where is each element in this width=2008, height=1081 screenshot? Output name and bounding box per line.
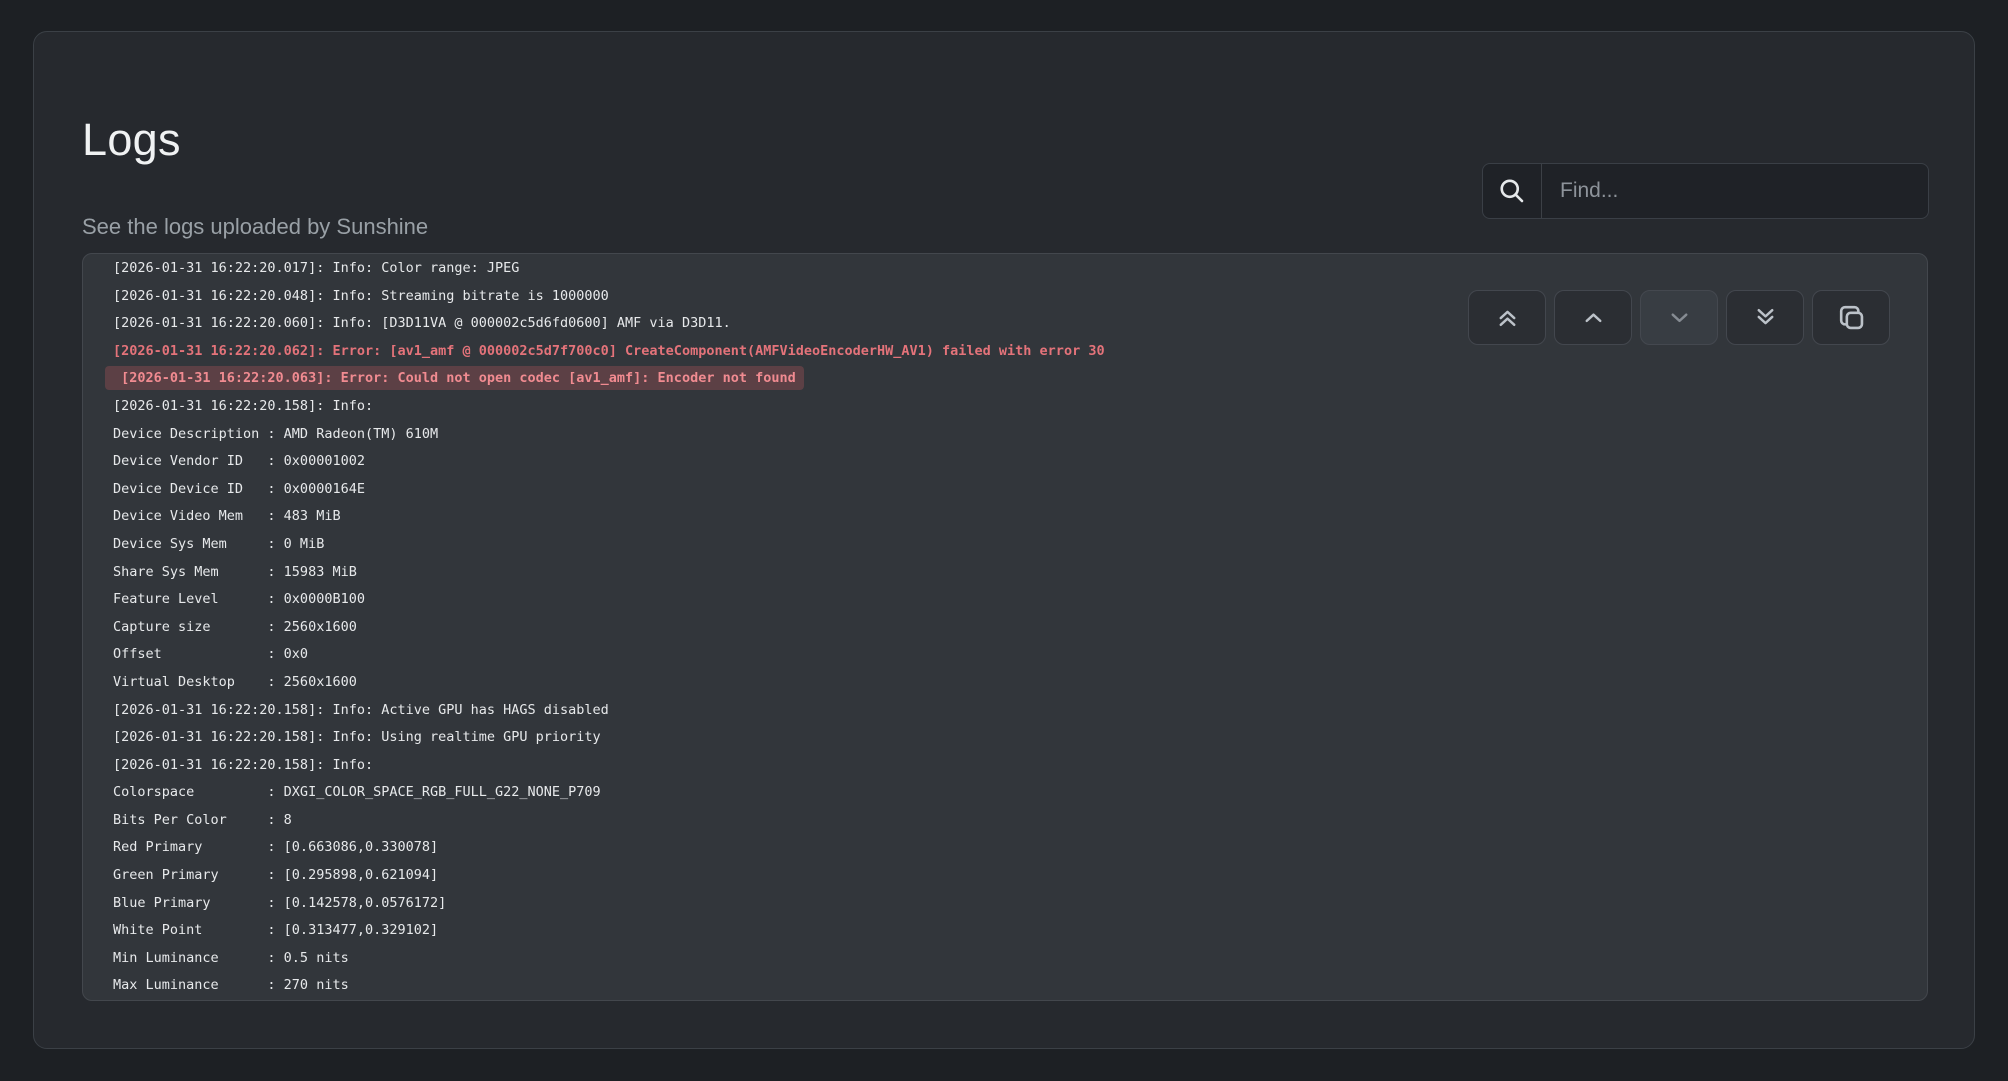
chevron-double-down-icon: [1752, 304, 1779, 331]
log-line-text: Capture size : 2560x1600: [113, 619, 357, 635]
log-line: Device Description : AMD Radeon(TM) 610M: [113, 421, 1897, 449]
log-line: Red Primary : [0.663086,0.330078]: [113, 834, 1897, 862]
scroll-to-bottom-button[interactable]: [1726, 290, 1804, 345]
log-line: Device Device ID : 0x0000164E: [113, 476, 1897, 504]
search-icon: [1497, 176, 1527, 206]
log-line-text: Min Luminance : 0.5 nits: [113, 950, 349, 966]
chevron-double-up-icon: [1494, 304, 1521, 331]
copy-icon: [1835, 301, 1868, 334]
log-line: Bits Per Color : 8: [113, 807, 1897, 835]
search-icon-cell: [1483, 164, 1542, 218]
log-line: Blue Primary : [0.142578,0.0576172]: [113, 890, 1897, 918]
log-line-text: Device Description : AMD Radeon(TM) 610M: [113, 426, 438, 442]
log-line-text: Device Device ID : 0x0000164E: [113, 481, 365, 497]
log-line: Device Vendor ID : 0x00001002: [113, 448, 1897, 476]
scroll-to-top-button[interactable]: [1468, 290, 1546, 345]
log-line-text: Device Video Mem : 483 MiB: [113, 508, 341, 524]
log-line-text: Bits Per Color : 8: [113, 812, 292, 828]
log-line: Share Sys Mem : 15983 MiB: [113, 559, 1897, 587]
logs-card: Logs See the logs uploaded by Sunshine […: [33, 31, 1975, 1049]
log-line: [2026-01-31 16:22:20.158]: Info:: [113, 752, 1897, 780]
log-line-text: Red Primary : [0.663086,0.330078]: [113, 839, 438, 855]
log-line: [2026-01-31 16:22:20.158]: Info: Active …: [113, 697, 1897, 725]
log-line-text: Feature Level : 0x0000B100: [113, 591, 365, 607]
log-line-text: Colorspace : DXGI_COLOR_SPACE_RGB_FULL_G…: [113, 784, 601, 800]
log-line-text: Device Vendor ID : 0x00001002: [113, 453, 365, 469]
log-line: Max Luminance : 270 nits: [113, 972, 1897, 1000]
chevron-down-icon: [1666, 304, 1693, 331]
log-line-text: Blue Primary : [0.142578,0.0576172]: [113, 895, 446, 911]
log-line: [2026-01-31 16:22:20.063]: Error: Could …: [113, 365, 1897, 393]
log-line-text: [2026-01-31 16:22:20.158]: Info: Using r…: [113, 729, 601, 745]
log-line-text: [2026-01-31 16:22:20.048]: Info: Streami…: [113, 288, 609, 304]
log-line-text: [2026-01-31 16:22:20.062]: Error: [av1_a…: [113, 343, 1105, 359]
log-line: Capture size : 2560x1600: [113, 614, 1897, 642]
log-line-text: Green Primary : [0.295898,0.621094]: [113, 867, 438, 883]
log-toolbar: [1468, 290, 1890, 345]
log-line: Virtual Desktop : 2560x1600: [113, 669, 1897, 697]
log-line-text: Share Sys Mem : 15983 MiB: [113, 564, 357, 580]
copy-logs-button[interactable]: [1812, 290, 1890, 345]
log-line: Device Sys Mem : 0 MiB: [113, 531, 1897, 559]
find-search-group: [1482, 163, 1929, 219]
page-subtitle: See the logs uploaded by Sunshine: [82, 214, 428, 240]
log-line-text: Offset : 0x0: [113, 646, 308, 662]
log-line-text: [2026-01-31 16:22:20.158]: Info:: [113, 398, 381, 414]
log-line-text: [2026-01-31 16:22:20.158]: Info: Active …: [113, 702, 609, 718]
log-line: White Point : [0.313477,0.329102]: [113, 917, 1897, 945]
log-line-text: Max Luminance : 270 nits: [113, 977, 349, 993]
log-line: [2026-01-31 16:22:20.158]: Info:: [113, 393, 1897, 421]
log-line-text: Virtual Desktop : 2560x1600: [113, 674, 357, 690]
log-lines-container: [2026-01-31 16:22:20.017]: Info: Color r…: [113, 255, 1897, 1000]
log-line-text: [2026-01-31 16:22:20.060]: Info: [D3D11V…: [113, 315, 731, 331]
log-line: Green Primary : [0.295898,0.621094]: [113, 862, 1897, 890]
log-line: [2026-01-31 16:22:20.017]: Info: Color r…: [113, 255, 1897, 283]
chevron-up-icon: [1580, 304, 1607, 331]
log-line-text: Device Sys Mem : 0 MiB: [113, 536, 324, 552]
log-line-text: [2026-01-31 16:22:20.063]: Error: Could …: [105, 366, 804, 390]
next-match-button[interactable]: [1640, 290, 1718, 345]
log-panel[interactable]: [2026-01-31 16:22:20.017]: Info: Color r…: [82, 253, 1928, 1001]
log-line: [2026-01-31 16:22:20.158]: Info: Using r…: [113, 724, 1897, 752]
log-line: Offset : 0x0: [113, 641, 1897, 669]
log-line-text: [2026-01-31 16:22:20.017]: Info: Color r…: [113, 260, 519, 276]
page-title: Logs: [82, 114, 181, 166]
log-line: Min Luminance : 0.5 nits: [113, 945, 1897, 973]
log-line: Feature Level : 0x0000B100: [113, 586, 1897, 614]
log-line-text: [2026-01-31 16:22:20.158]: Info:: [113, 757, 381, 773]
previous-match-button[interactable]: [1554, 290, 1632, 345]
log-line: Colorspace : DXGI_COLOR_SPACE_RGB_FULL_G…: [113, 779, 1897, 807]
find-input[interactable]: [1542, 164, 1928, 218]
log-line: Device Video Mem : 483 MiB: [113, 503, 1897, 531]
log-line-text: White Point : [0.313477,0.329102]: [113, 922, 438, 938]
